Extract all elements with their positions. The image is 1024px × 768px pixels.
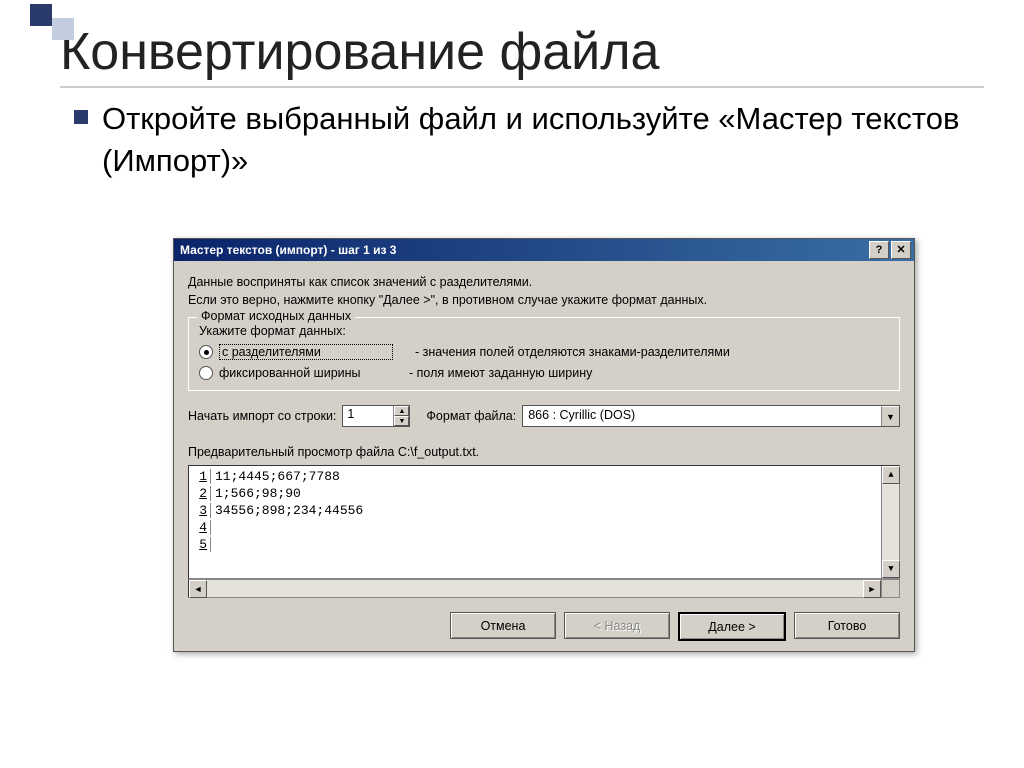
start-row-spinner[interactable]: ▲ ▼ — [393, 406, 409, 426]
radio-fixed-width-label[interactable]: фиксированной ширины — [219, 366, 387, 380]
scroll-corner — [881, 580, 899, 597]
group-legend: Формат исходных данных — [197, 309, 355, 323]
file-format-value: 866 : Cyrillic (DOS) — [523, 406, 881, 426]
preview-vertical-scrollbar[interactable]: ▲ ▼ — [881, 466, 899, 578]
preview-row: 334556;898;234;44556 — [189, 502, 881, 519]
dialog-title: Мастер текстов (импорт) - шаг 1 из 3 — [180, 243, 396, 257]
start-row-label: Начать импорт со строки: — [188, 409, 336, 423]
preview-label: Предварительный просмотр файла C:\f_outp… — [188, 445, 900, 459]
radio-fixed-width[interactable] — [199, 366, 213, 380]
spinner-up-icon[interactable]: ▲ — [394, 406, 409, 416]
file-format-label: Формат файла: — [426, 409, 516, 423]
finish-button[interactable]: Готово — [794, 612, 900, 639]
file-format-combo[interactable]: 866 : Cyrillic (DOS) ▼ — [522, 405, 900, 427]
source-data-format-group: Формат исходных данных Укажите формат да… — [188, 317, 900, 391]
spinner-down-icon[interactable]: ▼ — [394, 416, 409, 426]
preview-horizontal-scrollbar[interactable]: ◄ ► — [188, 579, 900, 598]
scroll-up-icon[interactable]: ▲ — [882, 466, 900, 484]
slide-bullet-text: Откройте выбранный файл и используйте «М… — [102, 98, 984, 182]
combo-arrow-icon[interactable]: ▼ — [881, 406, 899, 426]
next-button[interactable]: Далее > — [678, 612, 786, 641]
text-import-wizard-dialog: Мастер текстов (импорт) - шаг 1 из 3 ? ✕… — [173, 238, 915, 652]
info-line-2: Если это верно, нажмите кнопку "Далее >"… — [188, 293, 900, 307]
preview-box: 111;4445;667;7788 21;566;98;90 334556;89… — [188, 465, 900, 579]
radio-delimited[interactable] — [199, 345, 213, 359]
scroll-down-icon[interactable]: ▼ — [882, 560, 900, 578]
preview-row: 111;4445;667;7788 — [189, 468, 881, 485]
bullet-icon — [74, 110, 88, 124]
info-line-1: Данные восприняты как список значений с … — [188, 275, 900, 289]
start-row-value[interactable]: 1 — [343, 406, 393, 426]
radio-delimited-label[interactable]: с разделителями — [219, 344, 393, 360]
scroll-right-icon[interactable]: ► — [863, 580, 881, 598]
back-button: < Назад — [564, 612, 670, 639]
slide-title: Конвертирование файла — [60, 22, 984, 88]
dialog-titlebar[interactable]: Мастер текстов (импорт) - шаг 1 из 3 ? ✕ — [174, 239, 914, 261]
start-row-input[interactable]: 1 ▲ ▼ — [342, 405, 410, 427]
preview-row: 21;566;98;90 — [189, 485, 881, 502]
radio-fixed-width-desc: - поля имеют заданную ширину — [409, 366, 592, 380]
group-prompt: Укажите формат данных: — [199, 324, 889, 338]
close-button[interactable]: ✕ — [891, 241, 911, 259]
preview-content: 111;4445;667;7788 21;566;98;90 334556;89… — [189, 466, 881, 578]
help-button[interactable]: ? — [869, 241, 889, 259]
cancel-button[interactable]: Отмена — [450, 612, 556, 639]
radio-delimited-desc: - значения полей отделяются знаками-разд… — [415, 345, 730, 359]
preview-row: 5 — [189, 536, 881, 553]
scroll-left-icon[interactable]: ◄ — [189, 580, 207, 598]
preview-row: 4 — [189, 519, 881, 536]
